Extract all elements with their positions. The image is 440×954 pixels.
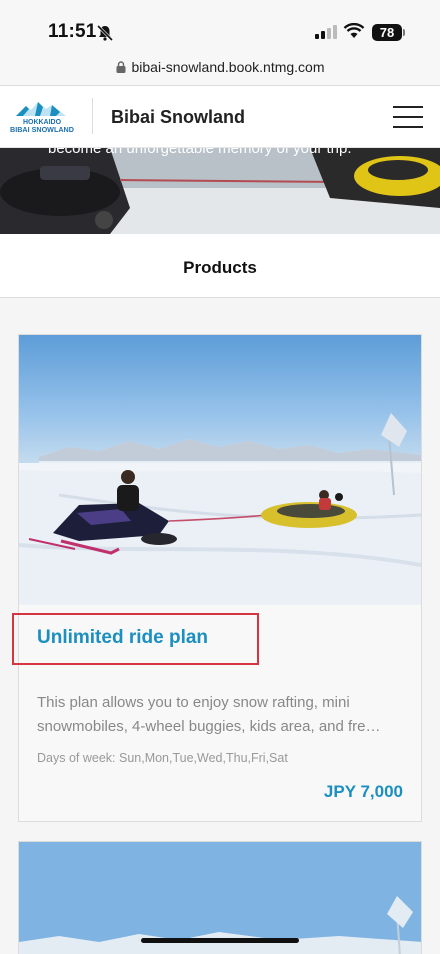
product-image[interactable] [19,335,421,605]
signal-icon [315,25,337,39]
hamburger-menu-icon[interactable] [393,104,423,130]
logo-line-2: BIBAI SNOWLAND [10,125,74,134]
status-time: 11:51 [48,21,97,42]
battery-indicator: 78 [372,24,402,41]
product-price: JPY 7,000 [323,782,403,801]
product-card[interactable]: Unlimited ride plan This plan allows you… [12,334,422,822]
hero-text: become an unforgettable memory of your t… [48,148,352,157]
lock-icon [116,61,125,73]
products-title: Products [183,258,257,277]
product-title-link[interactable]: Unlimited ride plan [37,627,208,649]
product-days: Days of week: Sun,Mon,Tue,Wed,Thu,Fri,Sa… [37,751,288,765]
product-description: This plan allows you to enjoy snow rafti… [37,694,381,735]
wifi-icon [343,23,365,38]
site-header: HOKKAIDO BIBAI SNOWLAND Bibai Snowland [0,86,440,148]
header-divider [92,98,93,134]
products-header: Products [0,234,440,298]
url-bar[interactable]: bibai-snowland.book.ntmg.com [0,56,440,86]
hero-banner: become an unforgettable memory of your t… [0,148,440,234]
battery-cap [403,29,405,36]
bibai-snowland-logo[interactable]: HOKKAIDO BIBAI SNOWLAND [10,98,74,134]
status-bar: 11:51 78 [0,0,440,56]
home-indicator[interactable] [141,938,299,943]
bell-muted-icon [96,24,114,42]
hero-image [0,148,440,234]
site-title[interactable]: Bibai Snowland [111,107,245,128]
url-text: bibai-snowland.book.ntmg.com [131,59,325,75]
